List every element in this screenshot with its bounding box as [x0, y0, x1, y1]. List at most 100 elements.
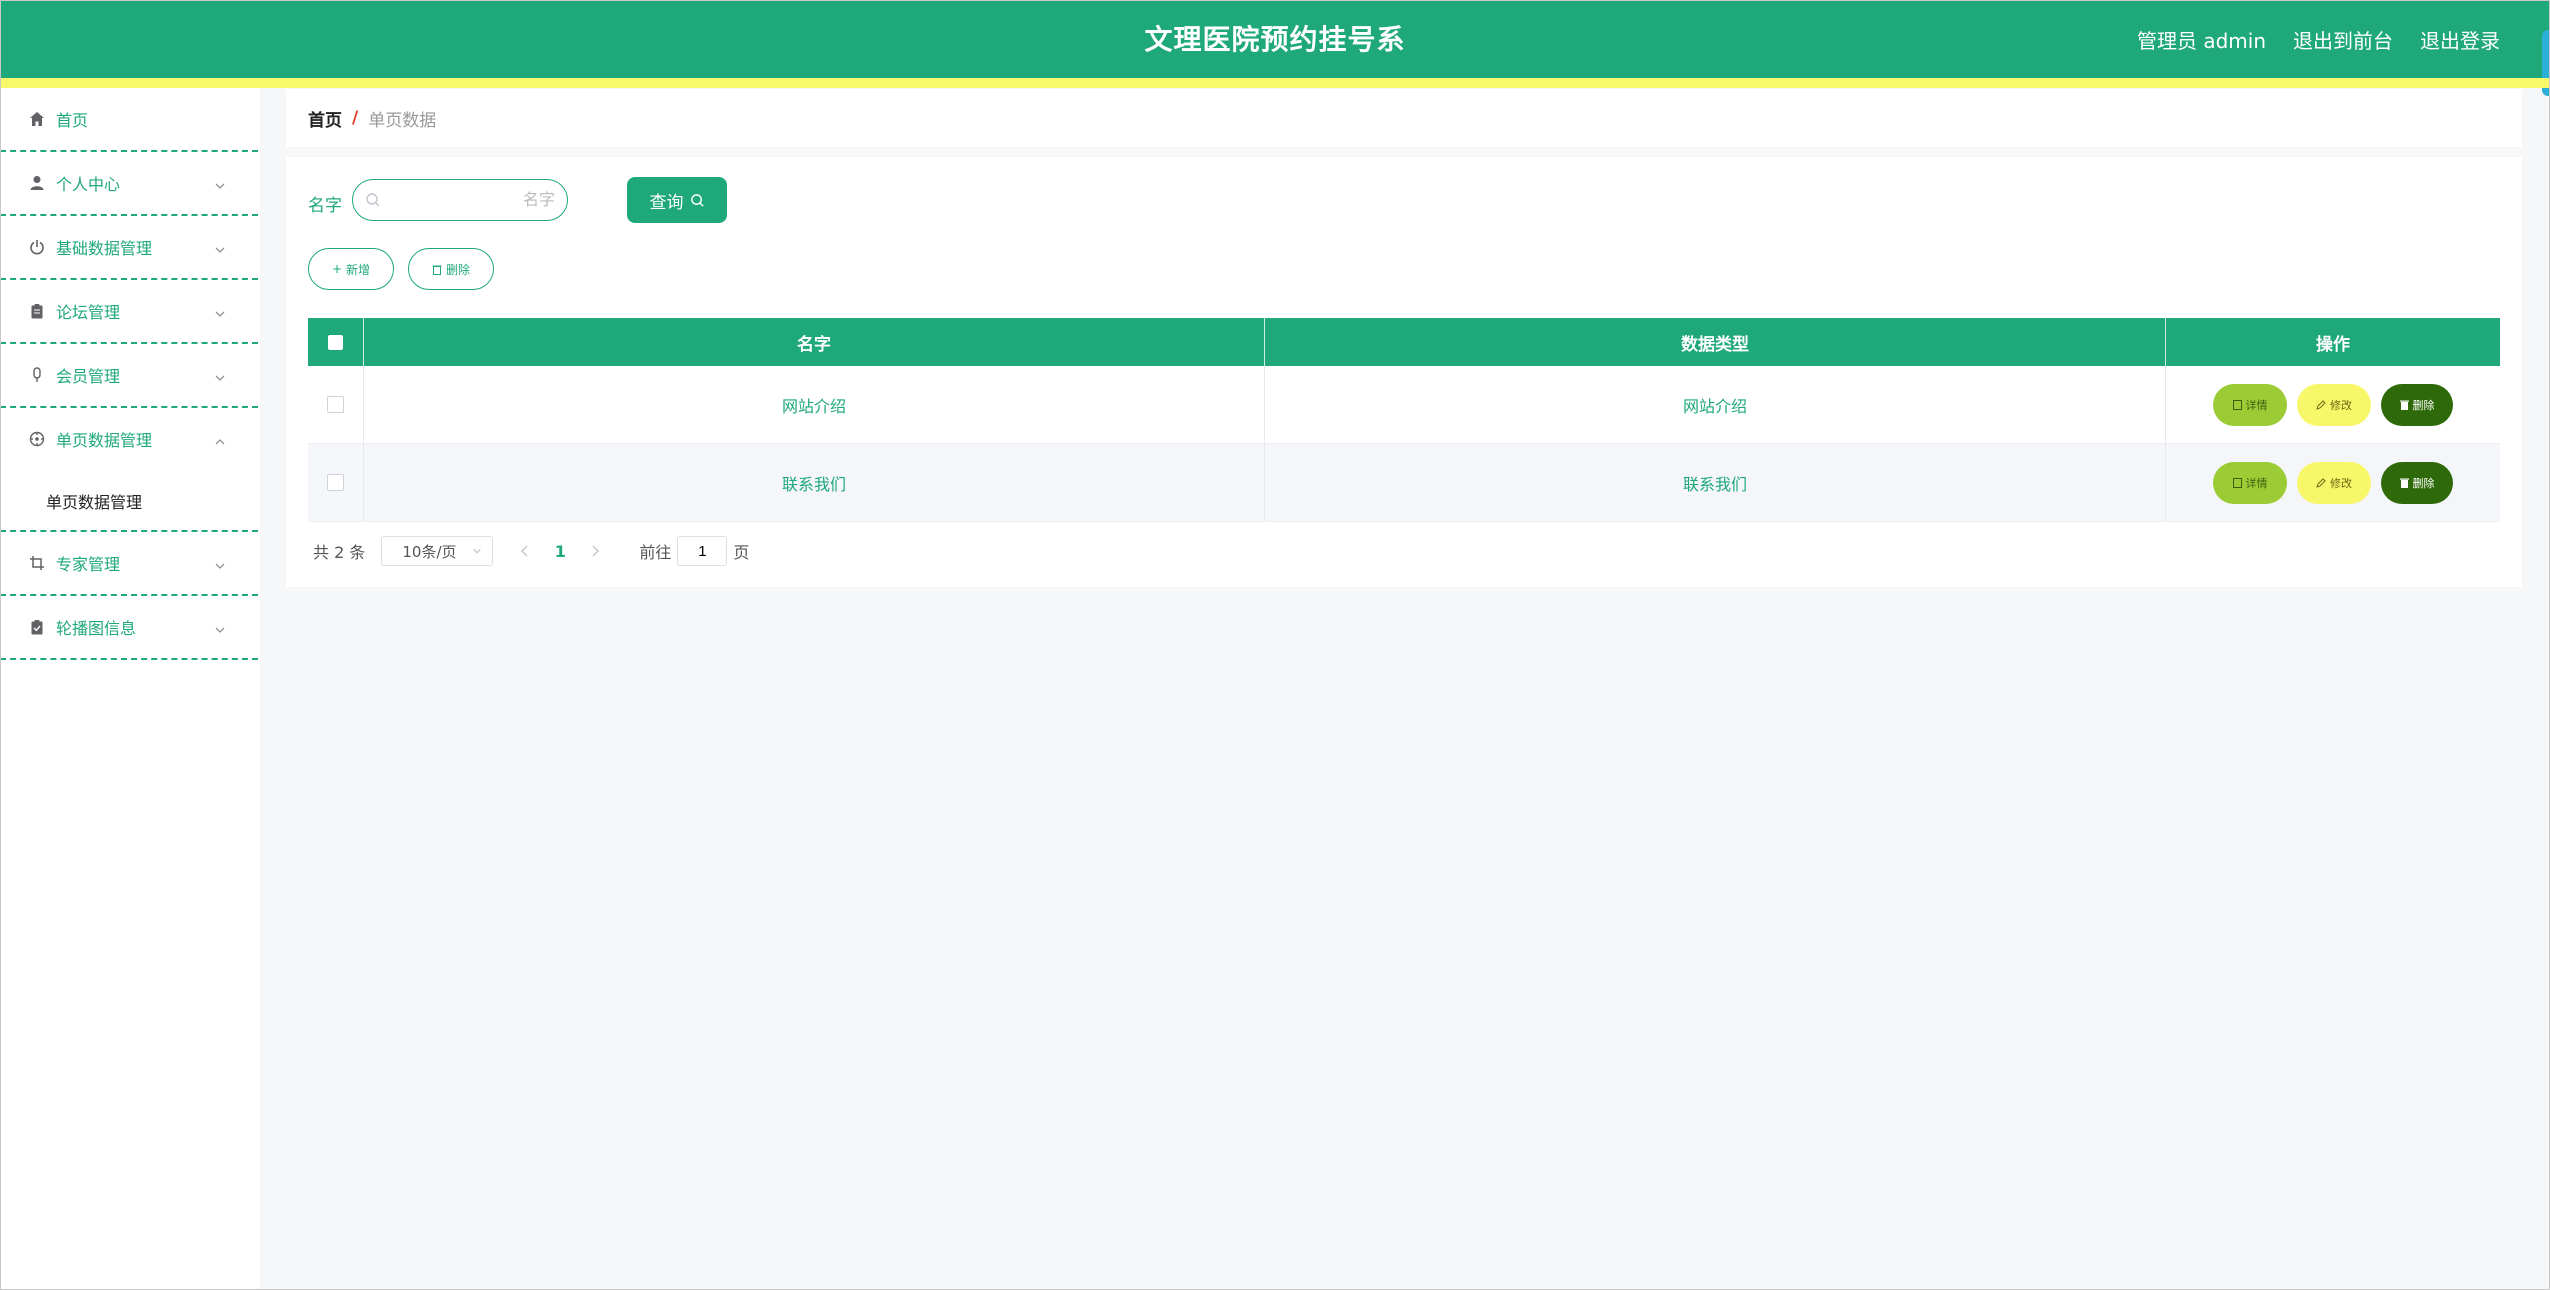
row-select-cell [308, 444, 364, 521]
cell-actions: 详情 修改 删除 [2166, 366, 2500, 443]
sidebar-item-label: 首页 [56, 111, 89, 130]
chevron-left-icon [521, 545, 528, 557]
power-icon [28, 238, 46, 256]
user-icon [28, 174, 46, 192]
next-page-button[interactable] [575, 545, 615, 557]
sidebar-item-single-page-data[interactable]: 单页数据管理 [0, 408, 258, 470]
trash-icon [2399, 478, 2409, 488]
sidebar-item-basic-data[interactable]: 基础数据管理 [0, 216, 258, 280]
detail-button[interactable]: 详情 [2213, 461, 2287, 504]
query-button-label: 查询 [649, 192, 684, 213]
sidebar-item-label: 基础数据管理 [56, 239, 153, 258]
sidebar-item-members[interactable]: 会员管理 [0, 344, 258, 408]
chevron-right-icon [592, 545, 600, 557]
search-icon [690, 193, 704, 207]
select-all-cell [308, 318, 364, 366]
sidebar-item-label: 轮播图信息 [56, 619, 137, 638]
pagination-total: 共 2 条 [313, 543, 366, 562]
row-delete-button-label: 删除 [2412, 476, 2435, 490]
page-number-current[interactable]: 1 [545, 542, 575, 561]
chevron-up-icon [214, 433, 226, 445]
cell-type: 联系我们 [1265, 444, 2166, 521]
back-to-front-link[interactable]: 退出到前台 [2293, 25, 2393, 54]
sidebar-item-forum[interactable]: 论坛管理 [0, 280, 258, 344]
breadcrumb-home[interactable]: 首页 [308, 106, 342, 131]
home-icon [28, 110, 46, 128]
cell-name: 网站介绍 [364, 366, 1265, 443]
sidebar-subitem-label: 单页数据管理 [46, 493, 143, 512]
sidebar-item-label: 个人中心 [56, 175, 121, 194]
pencil-icon [2316, 399, 2326, 410]
breadcrumb: 首页 / 单页数据 [286, 89, 2522, 147]
column-header-name: 名字 [364, 318, 1265, 366]
sidebar-item-label: 专家管理 [56, 555, 121, 574]
chevron-down-icon [214, 305, 226, 317]
document-icon [2232, 477, 2242, 488]
top-header: 文理医院预约挂号系 管理员 admin 退出到前台 退出登录 [0, 0, 2550, 96]
sidebar: 首页 个人中心 基础数据管理 论坛管理 会员管理 单页数据管理 单页数据管理 专… [0, 88, 260, 1290]
row-delete-button[interactable]: 删除 [2381, 461, 2453, 504]
clipboard-icon [28, 302, 46, 320]
pencil-icon [2316, 477, 2326, 488]
edit-button[interactable]: 修改 [2297, 383, 2371, 426]
sidebar-item-carousel[interactable]: 轮播图信息 [0, 596, 258, 660]
edit-button[interactable]: 修改 [2297, 461, 2371, 504]
column-header-type: 数据类型 [1265, 318, 2166, 366]
row-delete-button[interactable]: 删除 [2381, 383, 2453, 426]
mic-icon [28, 366, 46, 384]
cell-name: 联系我们 [364, 444, 1265, 521]
search-input[interactable] [389, 186, 573, 216]
cell-type: 网站介绍 [1265, 366, 2166, 443]
search-label: 名字 [308, 196, 342, 216]
table-row: 网站介绍 网站介绍 详情 修改 删除 [308, 366, 2500, 444]
table-header: 名字 数据类型 操作 [308, 318, 2500, 366]
header-user-menu: 管理员 admin 退出到前台 退出登录 [2137, 25, 2500, 54]
logout-link[interactable]: 退出登录 [2420, 25, 2500, 54]
sidebar-item-personal-center[interactable]: 个人中心 [0, 152, 258, 216]
page-size-select[interactable]: 10条/页 [381, 536, 494, 566]
row-checkbox[interactable] [327, 474, 344, 491]
sidebar-item-home[interactable]: 首页 [0, 88, 258, 152]
chevron-down-icon [473, 548, 482, 554]
row-select-cell [308, 366, 364, 443]
chevron-down-icon [214, 621, 226, 633]
trash-icon [432, 265, 442, 275]
cell-actions: 详情 修改 删除 [2166, 444, 2500, 521]
page-size-value: 10条/页 [402, 542, 457, 561]
edit-button-label: 修改 [2330, 476, 2352, 490]
delete-button-label: 删除 [445, 262, 470, 277]
prev-page-button[interactable] [505, 545, 545, 557]
chevron-down-icon [214, 241, 226, 253]
detail-button-label: 详情 [2245, 476, 2268, 490]
add-button[interactable]: + 新增 [308, 248, 394, 290]
column-header-actions: 操作 [2316, 334, 2350, 355]
admin-user-label: 管理员 admin [2136, 29, 2266, 53]
row-checkbox[interactable] [327, 396, 344, 413]
plus-icon: + [331, 262, 343, 276]
pagination: 共 2 条 10条/页 1 前往 页 [313, 535, 749, 567]
search-icon [366, 193, 380, 207]
page-suffix-label: 页 [733, 543, 750, 562]
header-accent-strip [0, 78, 2550, 88]
chevron-down-icon [214, 369, 226, 381]
sidebar-subitem-single-page-data[interactable]: 单页数据管理 [0, 472, 258, 532]
sidebar-item-label: 论坛管理 [56, 303, 121, 322]
edit-button-label: 修改 [2330, 398, 2352, 412]
detail-button-label: 详情 [2245, 398, 2268, 412]
search-field[interactable] [352, 179, 573, 221]
sidebar-item-label: 单页数据管理 [56, 431, 153, 450]
trash-icon [2399, 400, 2409, 410]
data-table: 名字 数据类型 操作 网站介绍 网站介绍 详情 修改 删除 联系我们 联系我们 … [308, 318, 2500, 522]
compass-icon [28, 430, 46, 448]
detail-button[interactable]: 详情 [2213, 383, 2287, 426]
main-panel: 名字 查询 + 新增 删除 名字 数据类型 操作 网站介绍 网站介绍 [286, 157, 2522, 587]
select-all-checkbox[interactable] [328, 334, 343, 350]
document-icon [2232, 399, 2242, 410]
goto-page-input[interactable] [677, 536, 728, 566]
breadcrumb-current: 单页数据 [368, 110, 437, 131]
query-button[interactable]: 查询 [627, 177, 727, 223]
batch-delete-button[interactable]: 删除 [408, 248, 494, 290]
clipboard-check-icon [28, 618, 46, 636]
breadcrumb-separator: / [352, 108, 359, 128]
sidebar-item-experts[interactable]: 专家管理 [0, 532, 258, 596]
